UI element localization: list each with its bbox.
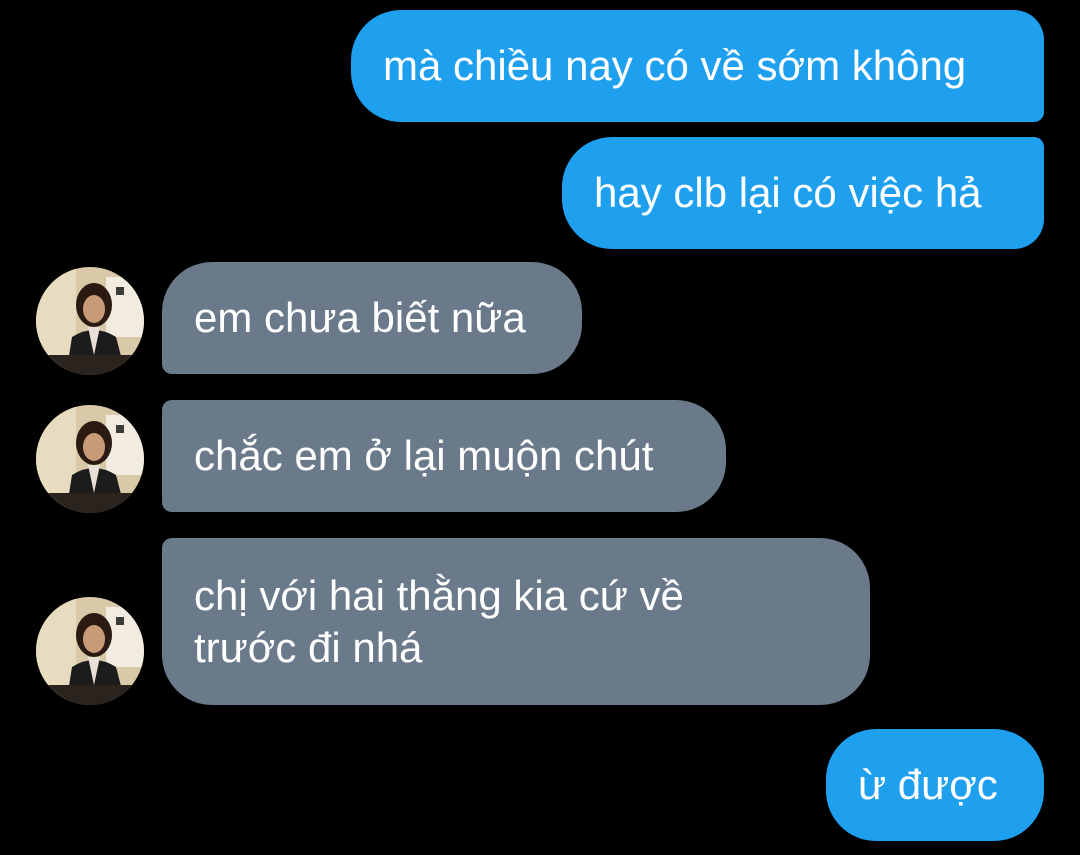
received-message-bubble[interactable]: chị với hai thằng kia cứ về trước đi nhá <box>162 538 870 705</box>
message-text-line: trước đi nhá <box>194 624 423 671</box>
sent-message-bubble[interactable]: hay clb lại có việc hả <box>562 137 1044 249</box>
sent-message-bubble[interactable]: ừ được <box>826 729 1044 841</box>
profile-photo-avatar-icon <box>36 267 144 375</box>
sent-message-bubble[interactable]: mà chiều nay có về sớm không <box>351 10 1044 122</box>
contact-avatar[interactable] <box>36 405 144 513</box>
contact-avatar[interactable] <box>36 267 144 375</box>
received-message-bubble[interactable]: em chưa biết nữa <box>162 262 582 374</box>
message-text: hay clb lại có việc hả <box>594 169 982 216</box>
contact-avatar[interactable] <box>36 597 144 705</box>
message-text: ừ được <box>858 761 998 808</box>
message-text: chắc em ở lại muộn chút <box>194 432 654 479</box>
message-text: mà chiều nay có về sớm không <box>383 42 967 89</box>
message-text: em chưa biết nữa <box>194 294 526 341</box>
profile-photo-avatar-icon <box>36 405 144 513</box>
profile-photo-avatar-icon <box>36 597 144 705</box>
message-text-line: chị với hai thằng kia cứ về <box>194 572 684 619</box>
received-message-bubble[interactable]: chắc em ở lại muộn chút <box>162 400 726 512</box>
